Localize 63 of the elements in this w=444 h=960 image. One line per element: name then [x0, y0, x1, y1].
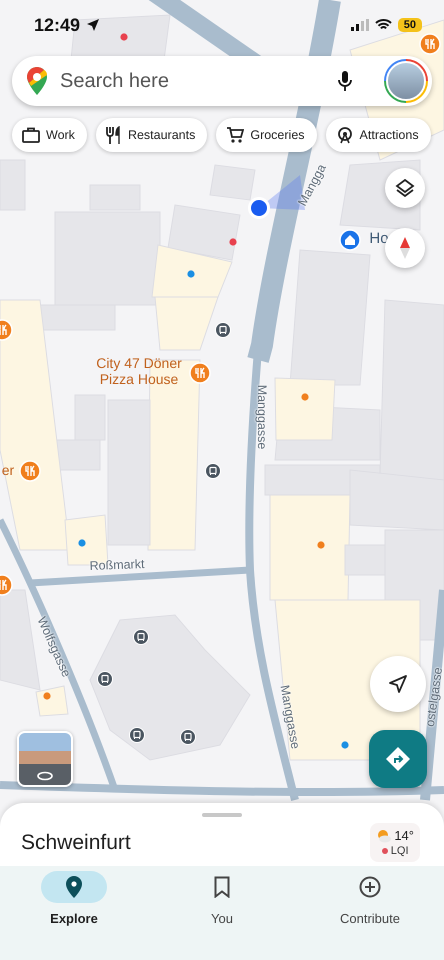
profile-avatar[interactable] — [384, 59, 428, 103]
category-chip[interactable]: Attractions — [326, 118, 431, 152]
poi-dot — [78, 539, 86, 547]
signal-icon — [350, 19, 369, 31]
street-label: Manggasse — [255, 384, 269, 452]
sun-cloud-icon — [376, 828, 392, 842]
map-pin-logo-icon — [26, 66, 48, 96]
poi-dot — [317, 541, 325, 549]
bus-stop-icon — [180, 729, 196, 745]
cutlery-icon — [106, 126, 122, 144]
poi-dot — [120, 33, 128, 41]
weather-card[interactable]: 14° LQI — [370, 823, 420, 862]
poi-dot — [229, 238, 237, 246]
street-label: Roßmarkt — [88, 556, 146, 574]
area-title: Schweinfurt — [21, 830, 132, 854]
nav-tab[interactable]: Contribute — [310, 871, 430, 933]
add-circle-icon — [359, 876, 381, 898]
restaurant-marker-icon — [19, 460, 41, 482]
search-bar[interactable]: Search here — [12, 56, 432, 106]
place-label: City 47 Döner Pizza House — [95, 355, 183, 388]
restaurant-marker-icon — [189, 362, 211, 384]
bus-stop-icon — [205, 463, 221, 479]
street-label: Manggasse — [276, 682, 304, 752]
location-arrow-icon — [86, 18, 100, 32]
directions-button[interactable] — [369, 730, 427, 788]
drag-handle[interactable] — [202, 813, 242, 817]
home-marker-icon — [339, 229, 361, 251]
poi-dot — [187, 270, 195, 278]
cart-icon — [226, 126, 244, 144]
pin-icon — [66, 876, 82, 898]
poi-dot — [43, 692, 51, 700]
place-label: er — [0, 462, 16, 478]
bus-stop-icon — [215, 322, 231, 338]
battery-level: 50 — [398, 18, 422, 32]
building — [209, 164, 256, 201]
street-view-thumbnail[interactable] — [17, 731, 73, 787]
microphone-icon[interactable] — [338, 70, 352, 92]
ferris-wheel-icon — [336, 126, 354, 144]
bus-stop-icon — [97, 671, 113, 687]
category-chip[interactable]: Groceries — [216, 118, 317, 152]
layers-icon — [395, 178, 415, 198]
poi-dot — [341, 741, 349, 749]
bus-stop-icon — [129, 727, 145, 743]
bus-stop-icon — [133, 629, 149, 645]
directions-icon — [385, 746, 411, 772]
nav-tab[interactable]: You — [162, 871, 282, 933]
bookmark-icon — [214, 876, 230, 898]
air-quality-label: LQI — [382, 845, 409, 857]
navigation-arrow-icon — [388, 674, 408, 694]
search-field[interactable]: Search here — [58, 68, 328, 94]
status-time: 12:49 — [34, 14, 80, 36]
temperature: 14° — [394, 828, 414, 843]
compass-icon — [399, 237, 411, 259]
street-label: ostelgasse — [422, 665, 444, 730]
briefcase-icon — [22, 127, 40, 143]
wifi-icon — [374, 19, 392, 31]
rotate-icon — [36, 771, 54, 781]
restaurant-marker-icon — [419, 33, 441, 55]
poi-dot — [301, 393, 309, 401]
building — [0, 160, 26, 210]
category-chip[interactable]: Work — [12, 118, 87, 152]
category-chip[interactable]: Restaurants — [96, 118, 208, 152]
nav-tab[interactable]: Explore — [14, 871, 134, 933]
